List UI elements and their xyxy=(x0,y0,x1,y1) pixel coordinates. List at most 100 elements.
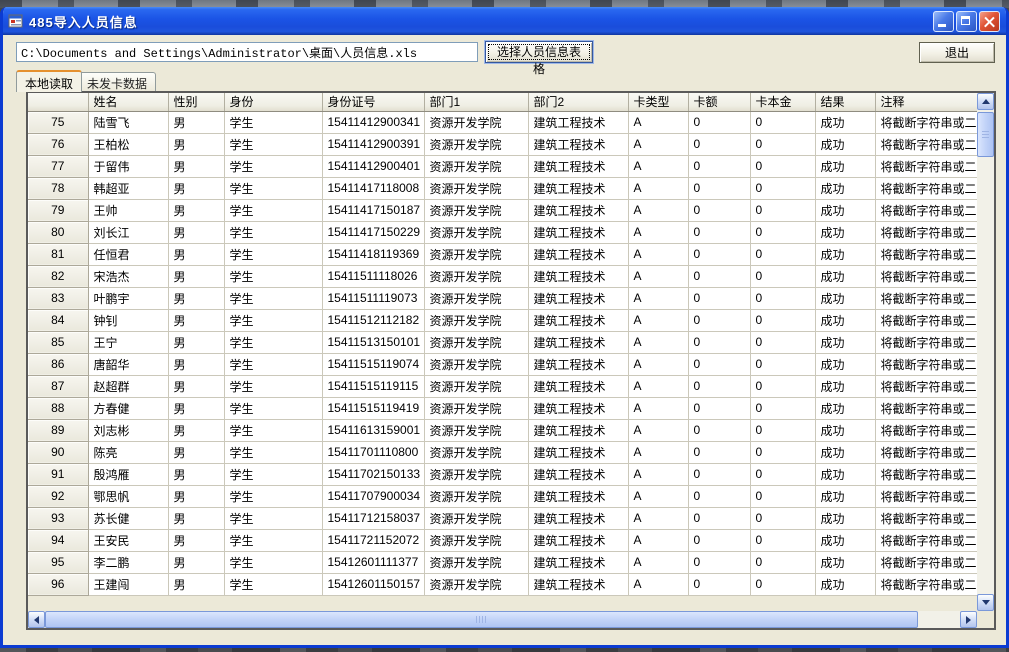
cell-name[interactable]: 王安民 xyxy=(88,529,168,551)
cell-identity[interactable]: 学生 xyxy=(224,155,322,177)
cell-card-principal[interactable]: 0 xyxy=(750,331,815,353)
cell-dept1[interactable]: 资源开发学院 xyxy=(424,177,528,199)
row-header-cell[interactable]: 92 xyxy=(28,485,88,507)
cell-dept2[interactable]: 建筑工程技术 xyxy=(528,485,628,507)
cell-gender[interactable]: 男 xyxy=(168,441,224,463)
cell-card-type[interactable]: A xyxy=(628,463,688,485)
cell-result[interactable]: 成功 xyxy=(815,485,875,507)
row-header-cell[interactable]: 86 xyxy=(28,353,88,375)
cell-card-type[interactable]: A xyxy=(628,243,688,265)
cell-card-type[interactable]: A xyxy=(628,111,688,133)
cell-dept1[interactable]: 资源开发学院 xyxy=(424,331,528,353)
cell-dept2[interactable]: 建筑工程技术 xyxy=(528,287,628,309)
cell-card-amount[interactable]: 0 xyxy=(688,463,750,485)
select-file-button[interactable]: 选择人员信息表格 xyxy=(485,41,593,63)
cell-note[interactable]: 将截断字符串或二... xyxy=(875,463,977,485)
row-header-cell[interactable]: 88 xyxy=(28,397,88,419)
row-header-cell[interactable]: 91 xyxy=(28,463,88,485)
cell-dept1[interactable]: 资源开发学院 xyxy=(424,485,528,507)
cell-result[interactable]: 成功 xyxy=(815,397,875,419)
cell-note[interactable]: 将截断字符串或二... xyxy=(875,507,977,529)
column-header[interactable]: 身份证号 xyxy=(322,93,424,111)
cell-gender[interactable]: 男 xyxy=(168,199,224,221)
cell-card-principal[interactable]: 0 xyxy=(750,573,815,595)
cell-identity[interactable]: 学生 xyxy=(224,397,322,419)
cell-name[interactable]: 王建闯 xyxy=(88,573,168,595)
cell-identity[interactable]: 学生 xyxy=(224,287,322,309)
horizontal-scroll-thumb[interactable] xyxy=(45,611,918,628)
cell-card-type[interactable]: A xyxy=(628,265,688,287)
column-header[interactable]: 注释 xyxy=(875,93,977,111)
cell-dept1[interactable]: 资源开发学院 xyxy=(424,243,528,265)
cell-identity[interactable]: 学生 xyxy=(224,485,322,507)
cell-dept1[interactable]: 资源开发学院 xyxy=(424,419,528,441)
cell-identity[interactable]: 学生 xyxy=(224,309,322,331)
close-button[interactable] xyxy=(979,11,1000,32)
cell-card-type[interactable]: A xyxy=(628,155,688,177)
cell-identity[interactable]: 学生 xyxy=(224,331,322,353)
scroll-down-button[interactable] xyxy=(977,594,994,611)
cell-result[interactable]: 成功 xyxy=(815,529,875,551)
cell-card-principal[interactable]: 0 xyxy=(750,441,815,463)
cell-name[interactable]: 殷鸿雁 xyxy=(88,463,168,485)
cell-note[interactable]: 将截断字符串或二... xyxy=(875,221,977,243)
cell-gender[interactable]: 男 xyxy=(168,177,224,199)
cell-name[interactable]: 陆雪飞 xyxy=(88,111,168,133)
vertical-scroll-thumb[interactable] xyxy=(977,112,994,157)
row-header-cell[interactable]: 95 xyxy=(28,551,88,573)
cell-id-number[interactable]: 15411512112182 xyxy=(322,309,424,331)
file-path-input[interactable] xyxy=(16,42,478,62)
cell-identity[interactable]: 学生 xyxy=(224,507,322,529)
cell-id-number[interactable]: 15411701110800 xyxy=(322,441,424,463)
cell-note[interactable]: 将截断字符串或二... xyxy=(875,331,977,353)
cell-id-number[interactable]: 15411412900391 xyxy=(322,133,424,155)
cell-name[interactable]: 于留伟 xyxy=(88,155,168,177)
cell-card-principal[interactable]: 0 xyxy=(750,507,815,529)
cell-card-amount[interactable]: 0 xyxy=(688,309,750,331)
cell-dept2[interactable]: 建筑工程技术 xyxy=(528,529,628,551)
scroll-up-button[interactable] xyxy=(977,93,994,110)
cell-result[interactable]: 成功 xyxy=(815,507,875,529)
cell-id-number[interactable]: 15411412900401 xyxy=(322,155,424,177)
cell-card-principal[interactable]: 0 xyxy=(750,243,815,265)
cell-dept2[interactable]: 建筑工程技术 xyxy=(528,133,628,155)
cell-gender[interactable]: 男 xyxy=(168,353,224,375)
cell-name[interactable]: 任恒君 xyxy=(88,243,168,265)
cell-id-number[interactable]: 15411707900034 xyxy=(322,485,424,507)
cell-id-number[interactable]: 15411417118008 xyxy=(322,177,424,199)
cell-identity[interactable]: 学生 xyxy=(224,419,322,441)
cell-card-amount[interactable]: 0 xyxy=(688,485,750,507)
cell-identity[interactable]: 学生 xyxy=(224,551,322,573)
cell-card-principal[interactable]: 0 xyxy=(750,529,815,551)
cell-note[interactable]: 将截断字符串或二... xyxy=(875,133,977,155)
cell-dept2[interactable]: 建筑工程技术 xyxy=(528,419,628,441)
cell-result[interactable]: 成功 xyxy=(815,309,875,331)
cell-name[interactable]: 王宁 xyxy=(88,331,168,353)
cell-card-amount[interactable]: 0 xyxy=(688,265,750,287)
cell-result[interactable]: 成功 xyxy=(815,419,875,441)
scroll-left-button[interactable] xyxy=(28,611,45,628)
cell-dept2[interactable]: 建筑工程技术 xyxy=(528,331,628,353)
cell-card-type[interactable]: A xyxy=(628,573,688,595)
cell-dept1[interactable]: 资源开发学院 xyxy=(424,265,528,287)
cell-result[interactable]: 成功 xyxy=(815,199,875,221)
cell-note[interactable]: 将截断字符串或二... xyxy=(875,397,977,419)
cell-id-number[interactable]: 15411712158037 xyxy=(322,507,424,529)
cell-identity[interactable]: 学生 xyxy=(224,265,322,287)
row-header-cell[interactable]: 75 xyxy=(28,111,88,133)
cell-note[interactable]: 将截断字符串或二... xyxy=(875,309,977,331)
cell-note[interactable]: 将截断字符串或二... xyxy=(875,155,977,177)
cell-card-amount[interactable]: 0 xyxy=(688,199,750,221)
cell-note[interactable]: 将截断字符串或二... xyxy=(875,573,977,595)
cell-dept1[interactable]: 资源开发学院 xyxy=(424,375,528,397)
cell-id-number[interactable]: 15411417150187 xyxy=(322,199,424,221)
column-header[interactable]: 卡额 xyxy=(688,93,750,111)
cell-note[interactable]: 将截断字符串或二... xyxy=(875,177,977,199)
cell-dept1[interactable]: 资源开发学院 xyxy=(424,573,528,595)
cell-name[interactable]: 宋浩杰 xyxy=(88,265,168,287)
row-header-cell[interactable]: 89 xyxy=(28,419,88,441)
column-header[interactable]: 性别 xyxy=(168,93,224,111)
cell-dept2[interactable]: 建筑工程技术 xyxy=(528,309,628,331)
cell-card-amount[interactable]: 0 xyxy=(688,419,750,441)
cell-name[interactable]: 赵超群 xyxy=(88,375,168,397)
